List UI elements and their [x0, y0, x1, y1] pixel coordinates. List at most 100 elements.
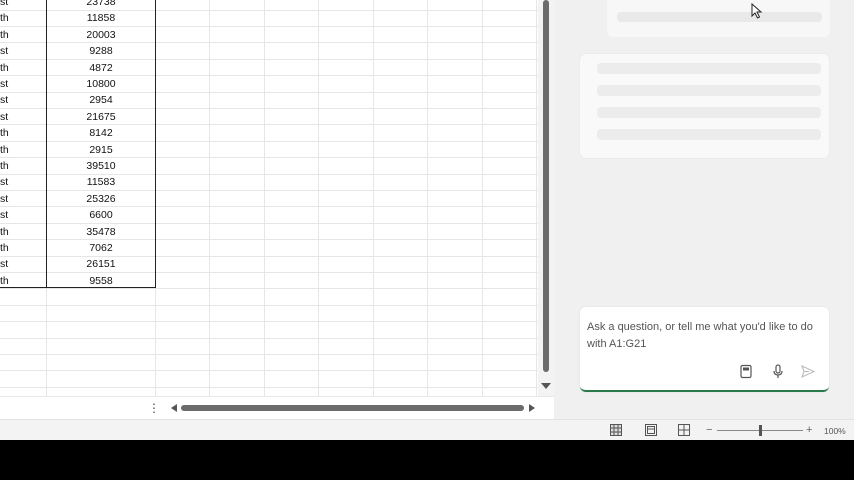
region-cell[interactable]: st [0, 43, 46, 60]
region-cell[interactable]: th [0, 60, 46, 77]
region-text: th [0, 61, 9, 74]
excel-window: st 23738 th 11858 th 20003 st 9288 th 4872 st 10800… [0, 0, 854, 440]
value-cell[interactable]: 23738 [47, 0, 155, 11]
scroll-left-arrow-icon[interactable] [171, 404, 177, 412]
value-cell[interactable]: 21675 [47, 109, 155, 126]
vertical-scroll-thumb[interactable] [543, 0, 549, 372]
compose-box [580, 307, 829, 392]
region-cell[interactable]: th [0, 142, 46, 159]
region-cell[interactable]: st [0, 76, 46, 93]
horizontal-scroll-thumb[interactable] [181, 405, 524, 411]
table-row: th 20003 [0, 27, 538, 44]
value-cell[interactable]: 2915 [47, 142, 155, 159]
value-cell[interactable]: 25326 [47, 191, 155, 208]
value-cell[interactable]: 9288 [47, 43, 155, 60]
value-cell[interactable]: 20003 [47, 27, 155, 44]
region-cell[interactable]: st [0, 109, 46, 126]
value-cell[interactable]: 35478 [47, 224, 155, 241]
spreadsheet-grid[interactable]: st 23738 th 11858 th 20003 st 9288 th 4872 st 10800… [0, 0, 538, 396]
value-cell[interactable]: 8142 [47, 125, 155, 142]
copilot-pane [554, 0, 854, 419]
empty-row[interactable] [0, 306, 538, 323]
zoom-slider-thumb[interactable] [759, 425, 762, 436]
empty-row[interactable] [0, 289, 538, 306]
region-cell[interactable]: th [0, 125, 46, 142]
scroll-right-arrow-icon[interactable] [529, 404, 535, 412]
region-text: st [0, 0, 9, 8]
zoom-in-button[interactable]: + [806, 423, 812, 437]
region-text: st [0, 78, 9, 90]
region-cell[interactable]: st [0, 174, 46, 191]
region-text: th [0, 274, 9, 287]
value-cell[interactable]: 6600 [47, 207, 155, 224]
loading-card [607, 0, 830, 37]
region-text: st [0, 209, 9, 222]
table-row: st 21675 [0, 109, 538, 126]
table-row: st 9288 [0, 43, 538, 60]
value-cell[interactable]: 7062 [47, 240, 155, 257]
value-cell[interactable]: 9558 [47, 273, 155, 290]
table-row: st 6600 [0, 207, 538, 224]
prompt-guide-icon[interactable] [739, 364, 753, 379]
value-cell[interactable]: 39510 [47, 158, 155, 175]
region-text: st [0, 94, 9, 107]
region-text: th [0, 143, 9, 156]
region-text: th [0, 127, 9, 140]
table-row: st 25326 [0, 191, 538, 208]
region-text: th [0, 12, 9, 25]
region-cell[interactable]: st [0, 0, 46, 11]
table-row: th 39510 [0, 158, 538, 175]
vertical-scrollbar[interactable] [538, 0, 554, 396]
ask-copilot-input[interactable] [587, 319, 825, 353]
region-cell[interactable]: th [0, 10, 46, 27]
table-row: th 11858 [0, 10, 538, 27]
more-options-icon[interactable]: ⋮ [148, 401, 160, 415]
microphone-icon[interactable] [771, 364, 785, 379]
empty-row[interactable] [0, 338, 538, 355]
normal-view-icon[interactable] [610, 424, 622, 436]
send-icon[interactable] [801, 364, 815, 379]
region-cell[interactable]: st [0, 256, 46, 273]
region-text: st [0, 110, 9, 123]
region-cell[interactable]: st [0, 191, 46, 208]
value-cell[interactable]: 11583 [47, 174, 155, 191]
region-cell[interactable]: th [0, 224, 46, 241]
table-row: th 7062 [0, 240, 538, 257]
table-row: st 2954 [0, 92, 538, 109]
loading-response-card [580, 54, 829, 158]
region-text: th [0, 28, 9, 41]
zoom-out-button[interactable]: − [706, 423, 712, 437]
region-cell[interactable]: th [0, 273, 46, 290]
status-bar: − + 100% [0, 419, 854, 440]
mouse-pointer-icon [751, 3, 763, 19]
value-cell[interactable]: 26151 [47, 256, 155, 273]
table-row: th 4872 [0, 60, 538, 77]
table-row: th 35478 [0, 224, 538, 241]
region-cell[interactable]: st [0, 207, 46, 224]
value-cell[interactable]: 11858 [47, 10, 155, 27]
scroll-down-arrow-icon[interactable] [541, 383, 551, 389]
table-row: st 26151 [0, 256, 538, 273]
empty-row[interactable] [0, 322, 538, 339]
region-cell[interactable]: th [0, 240, 46, 257]
loading-placeholder-bar [597, 129, 821, 140]
loading-placeholder-bar [617, 12, 822, 22]
value-cell[interactable]: 10800 [47, 76, 155, 93]
zoom-level[interactable]: 100% [824, 425, 846, 437]
table-row: th 9558 [0, 273, 538, 290]
value-cell[interactable]: 4872 [47, 60, 155, 77]
region-text: st [0, 45, 9, 58]
region-cell[interactable]: st [0, 92, 46, 109]
loading-placeholder-bar [597, 63, 821, 74]
horizontal-scroll-area: ⋮ [0, 396, 554, 418]
table-row: st 23738 [0, 0, 538, 11]
region-cell[interactable]: th [0, 27, 46, 44]
empty-row[interactable] [0, 371, 538, 388]
page-break-preview-icon[interactable] [678, 424, 690, 436]
region-text: st [0, 192, 9, 205]
page-layout-view-icon[interactable] [645, 424, 657, 436]
table-row: st 11583 [0, 174, 538, 191]
region-cell[interactable]: th [0, 158, 46, 175]
value-cell[interactable]: 2954 [47, 92, 155, 109]
empty-row[interactable] [0, 355, 538, 372]
